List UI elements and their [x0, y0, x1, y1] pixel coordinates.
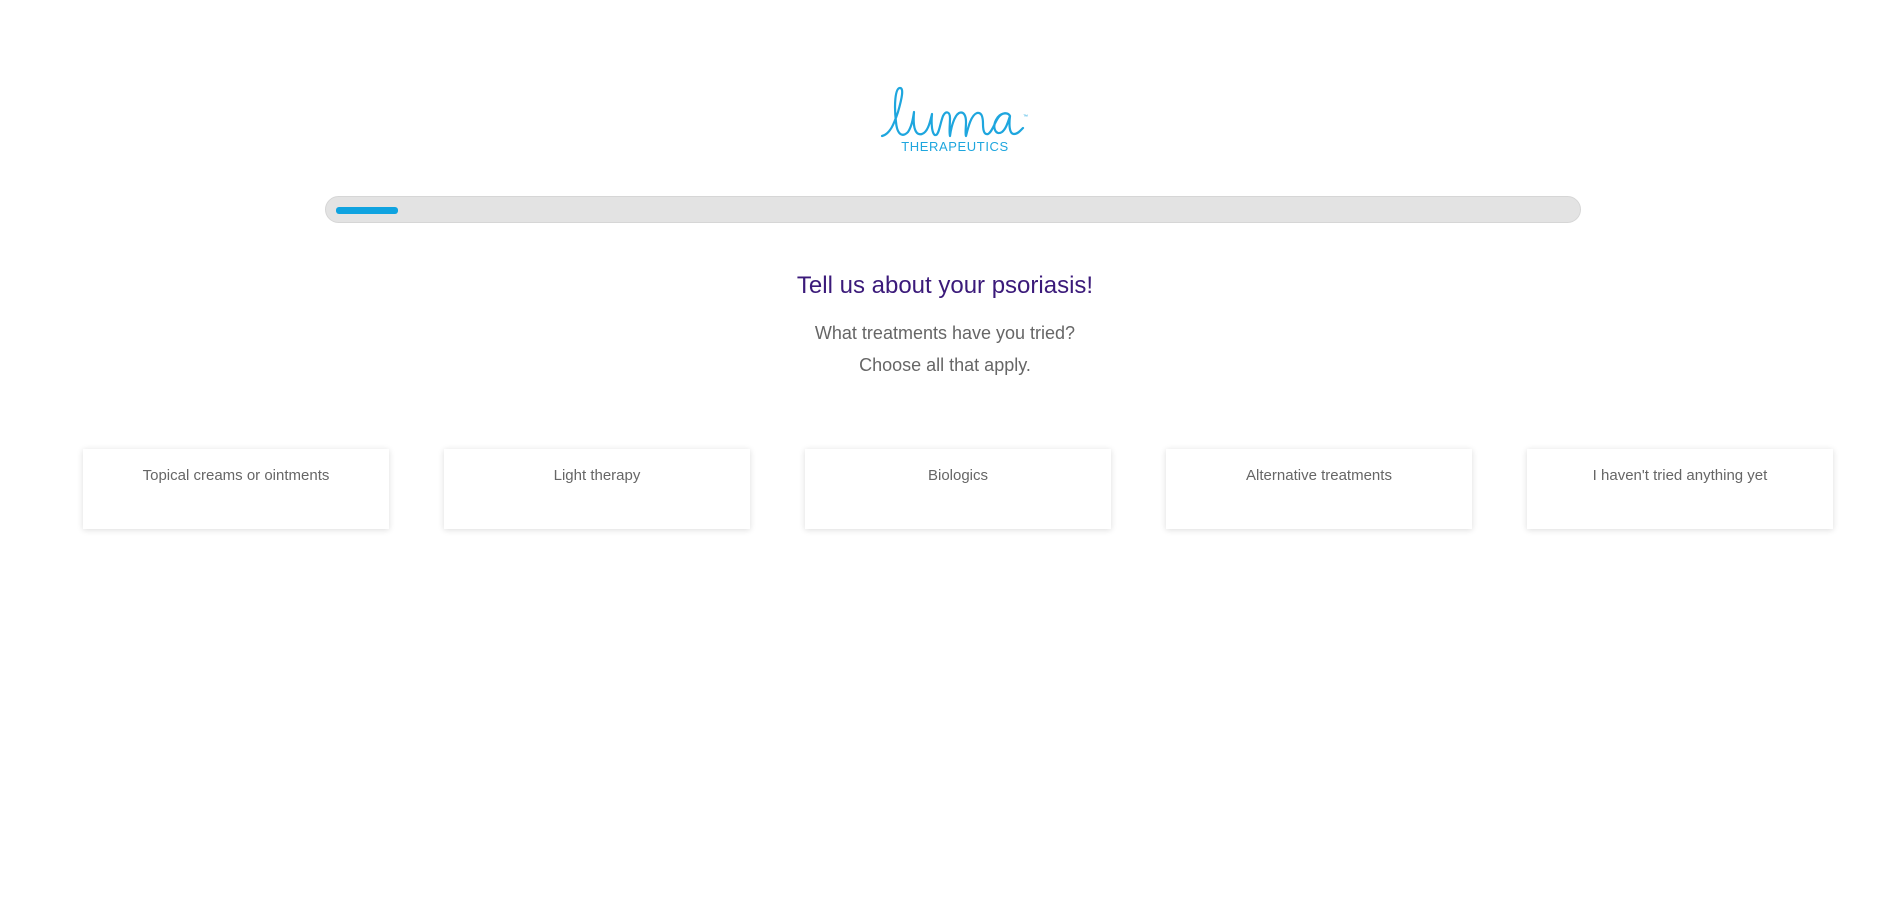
option-label: Biologics	[927, 467, 989, 484]
trademark-mark: ™	[1023, 114, 1028, 120]
option-nothing-yet[interactable]: I haven't tried anything yet	[1527, 449, 1833, 529]
option-biologics[interactable]: Biologics	[805, 449, 1111, 529]
option-light-therapy[interactable]: Light therapy	[444, 449, 750, 529]
option-topical-creams[interactable]: Topical creams or ointments	[83, 449, 389, 529]
option-alternative-treatments[interactable]: Alternative treatments	[1166, 449, 1472, 529]
question-hint: Choose all that apply.	[859, 355, 1031, 375]
survey-page: ™ THERAPEUTICS Tell us about your psoria…	[0, 0, 1903, 910]
progress-bar-fill	[336, 207, 398, 214]
question-prompt: What treatments have you tried?	[814, 323, 1076, 343]
logo-subtitle: THERAPEUTICS	[901, 139, 1009, 154]
option-label: Light therapy	[553, 467, 641, 484]
option-label: I haven't tried anything yet	[1592, 467, 1768, 484]
page-title: Tell us about your psoriasis!	[796, 272, 1094, 299]
option-label: Alternative treatments	[1246, 467, 1392, 484]
progress-bar	[325, 196, 1581, 223]
luma-therapeutics-logo: ™ THERAPEUTICS	[880, 84, 1030, 160]
luma-script-logo	[880, 86, 1025, 138]
option-label: Topical creams or ointments	[142, 467, 330, 484]
